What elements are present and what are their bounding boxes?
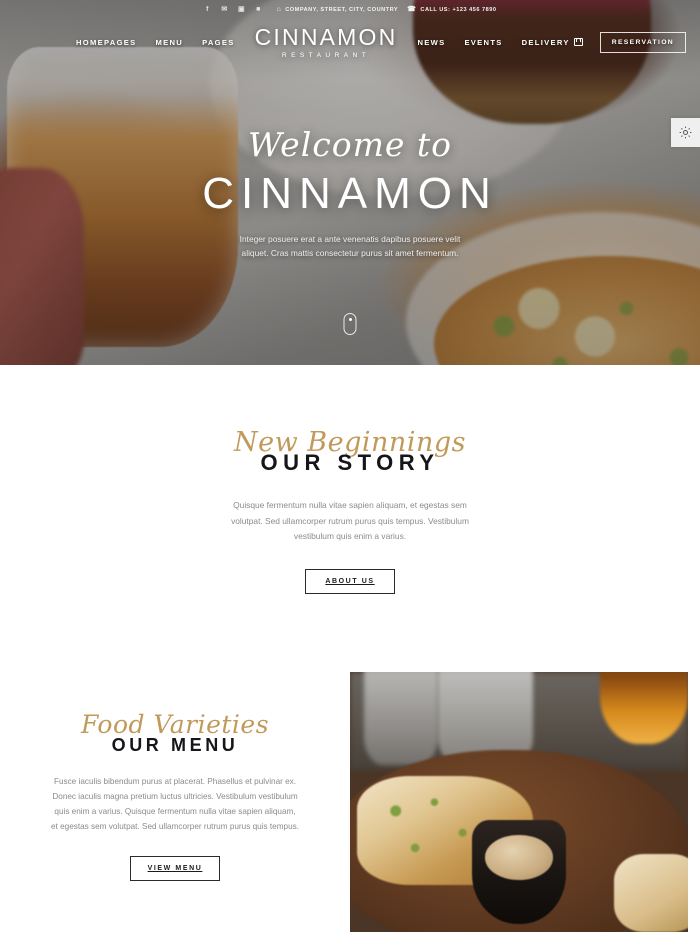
nav-item-events[interactable]: EVENTS [464,38,502,47]
instagram-icon[interactable]: ▣ [238,6,246,14]
logo-title: CINNAMON [254,23,398,50]
shopping-bag-icon [573,38,583,46]
nav-left-group: HOMEPAGES MENU PAGES [14,38,255,47]
settings-panel-toggle[interactable] [671,118,700,147]
gear-icon [679,126,692,139]
view-menu-button[interactable]: VIEW MENU [129,856,221,882]
address-info: ⌂ COMPANY, STREET, CITY, COUNTRY [277,6,399,13]
top-bar: f ✉ ▣ ■ ⌂ COMPANY, STREET, CITY, COUNTRY… [0,0,700,19]
nav-item-delivery-label: DELIVERY [521,37,570,47]
menu-text-column: Food Varieties OUR MENU Fusce iaculis bi… [0,672,350,882]
hero-script-heading: Welcome to [247,125,453,164]
logo-subtitle: RESTAURANT [281,51,371,59]
nav-item-menu[interactable]: MENU [156,38,184,47]
phone-icon: ☎ [407,6,417,13]
reservation-button[interactable]: RESERVATION [599,31,686,53]
menu-photo-sauce [485,835,553,880]
site-logo[interactable]: CINNAMON RESTAURANT [254,23,398,59]
address-text: COMPANY, STREET, CITY, COUNTRY [285,6,399,13]
story-description: Quisque fermentum nulla vitae sapien ali… [231,500,469,542]
menu-photo-bread-slices [613,853,688,932]
story-heading: OUR STORY [260,450,440,475]
phone-text: CALL US: +123 456 7890 [420,6,497,13]
facebook-icon[interactable]: f [204,6,212,14]
hero-description: Integer posuere erat a ante venenatis da… [239,233,461,259]
building-icon: ⌂ [276,6,282,13]
hero-section: f ✉ ▣ ■ ⌂ COMPANY, STREET, CITY, COUNTRY… [0,0,700,365]
about-us-button[interactable]: ABOUT US [305,568,395,594]
our-menu-section: Food Varieties OUR MENU Fusce iaculis bi… [0,671,700,932]
nav-item-delivery[interactable]: DELIVERY [521,37,583,47]
hero-copy: Welcome to CINNAMON Integer posuere erat… [0,128,700,261]
social-links: f ✉ ▣ ■ [204,6,263,14]
twitter-icon[interactable]: ✉ [221,6,229,14]
nav-item-pages[interactable]: PAGES [202,38,235,47]
page-root: f ✉ ▣ ■ ⌂ COMPANY, STREET, CITY, COUNTRY… [0,0,700,933]
scroll-down-mouse-icon[interactable] [343,313,357,335]
pinterest-icon[interactable]: ■ [255,6,263,14]
menu-description: Fusce iaculis bibendum purus at placerat… [50,776,300,832]
main-navigation: HOMEPAGES MENU PAGES CINNAMON RESTAURANT… [0,19,700,65]
phone-info[interactable]: ☎ CALL US: +123 456 7890 [407,6,496,13]
our-story-section: New Beginnings OUR STORY Quisque ferment… [0,365,700,594]
nav-item-news[interactable]: NEWS [417,38,445,47]
nav-item-homepages[interactable]: HOMEPAGES [76,38,137,47]
menu-food-photo [350,671,688,932]
menu-photo-glass-left [363,671,438,766]
menu-script-heading: Food Varieties [80,709,270,739]
nav-right-group: NEWS EVENTS DELIVERY RESERVATION [397,31,686,53]
menu-heading: OUR MENU [111,734,239,755]
hero-title: CINNAMON [202,169,498,218]
